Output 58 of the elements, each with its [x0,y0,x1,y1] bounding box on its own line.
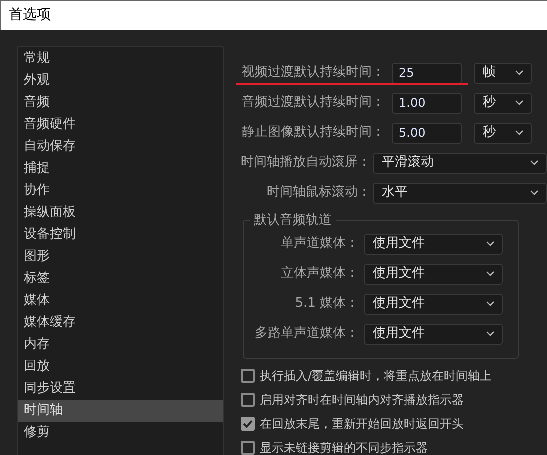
sidebar-item[interactable]: 自动保存 [18,136,223,158]
sidebar-item[interactable]: 内存 [18,334,223,356]
chevron-down-icon [486,301,495,307]
window-title: 首选项 [9,6,51,25]
chevron-down-icon [530,190,539,196]
chevron-down-icon [515,130,524,136]
sidebar-item[interactable]: 同步设置 [18,378,223,400]
dropdown[interactable]: 帧 [474,62,532,84]
sidebar-item[interactable]: 标签 [18,268,223,290]
sidebar-item[interactable]: 媒体缓存 [18,312,223,334]
sidebar-item[interactable]: 音频硬件 [18,114,223,136]
sidebar-item[interactable]: 常规 [18,48,223,70]
checkbox[interactable] [241,441,255,455]
chevron-down-icon [530,160,539,166]
dropdown[interactable]: 秒 [474,122,532,144]
checkbox-label: 在回放末尾，重新开始回放时返回开头 [260,416,464,433]
checkbox[interactable] [241,369,255,383]
duration-field[interactable]: 5.00 [392,122,462,144]
sidebar-item[interactable]: 图形 [18,246,223,268]
sidebar-item[interactable]: 音频 [18,92,223,114]
dropdown[interactable]: 使用文件 [364,294,503,314]
checkbox-label: 启用对齐时在时间轴内对齐播放指示器 [260,392,464,409]
field-label: 视频过渡默认持续时间： [241,64,385,82]
field-label: 时间轴鼠标滚动： [266,184,371,202]
field-label: 单声道媒体： [280,235,359,254]
duration-field[interactable]: 1.00 [392,92,462,114]
field-label: 时间轴播放自动滚屏： [240,154,371,172]
sidebar-item[interactable]: 操纵面板 [18,202,223,224]
chevron-down-icon [515,100,524,106]
sidebar-item[interactable]: 设备控制 [18,224,223,246]
checkmark-icon [243,420,253,428]
chevron-down-icon [486,271,495,277]
field-label: 5.1 媒体： [294,295,359,314]
chevron-down-icon [515,70,524,76]
dropdown[interactable]: 使用文件 [364,264,503,284]
dropdown[interactable]: 秒 [474,92,532,114]
chevron-down-icon [486,331,495,337]
sidebar-item[interactable]: 外观 [18,70,223,92]
chevron-down-icon [486,241,495,247]
field-label: 多路单声道媒体： [254,325,359,344]
sidebar-item[interactable]: 协作 [18,180,223,202]
dropdown[interactable]: 平滑滚动 [373,152,547,174]
sidebar-item[interactable]: 修剪 [18,422,223,444]
sidebar-item[interactable]: 捕捉 [18,158,223,180]
field-label: 音频过渡默认持续时间： [241,94,385,112]
dropdown[interactable]: 水平 [373,182,547,204]
field-label: 立体声媒体： [280,265,359,284]
checkbox-label: 执行插入/覆盖编辑时，将重点放在时间轴上 [260,368,492,385]
sidebar-item[interactable]: 回放 [18,356,223,378]
checkbox-label: 显示未链接剪辑的不同步指示器 [260,440,428,455]
duration-field[interactable]: 25 [392,62,462,84]
field-label: 静止图像默认持续时间： [241,124,385,142]
dropdown[interactable]: 使用文件 [364,234,503,254]
sidebar-item[interactable]: 时间轴 [18,400,223,422]
checkbox[interactable] [241,417,255,431]
checkbox[interactable] [241,393,255,407]
sidebar-item[interactable]: 媒体 [18,290,223,312]
dropdown[interactable]: 使用文件 [364,324,503,344]
